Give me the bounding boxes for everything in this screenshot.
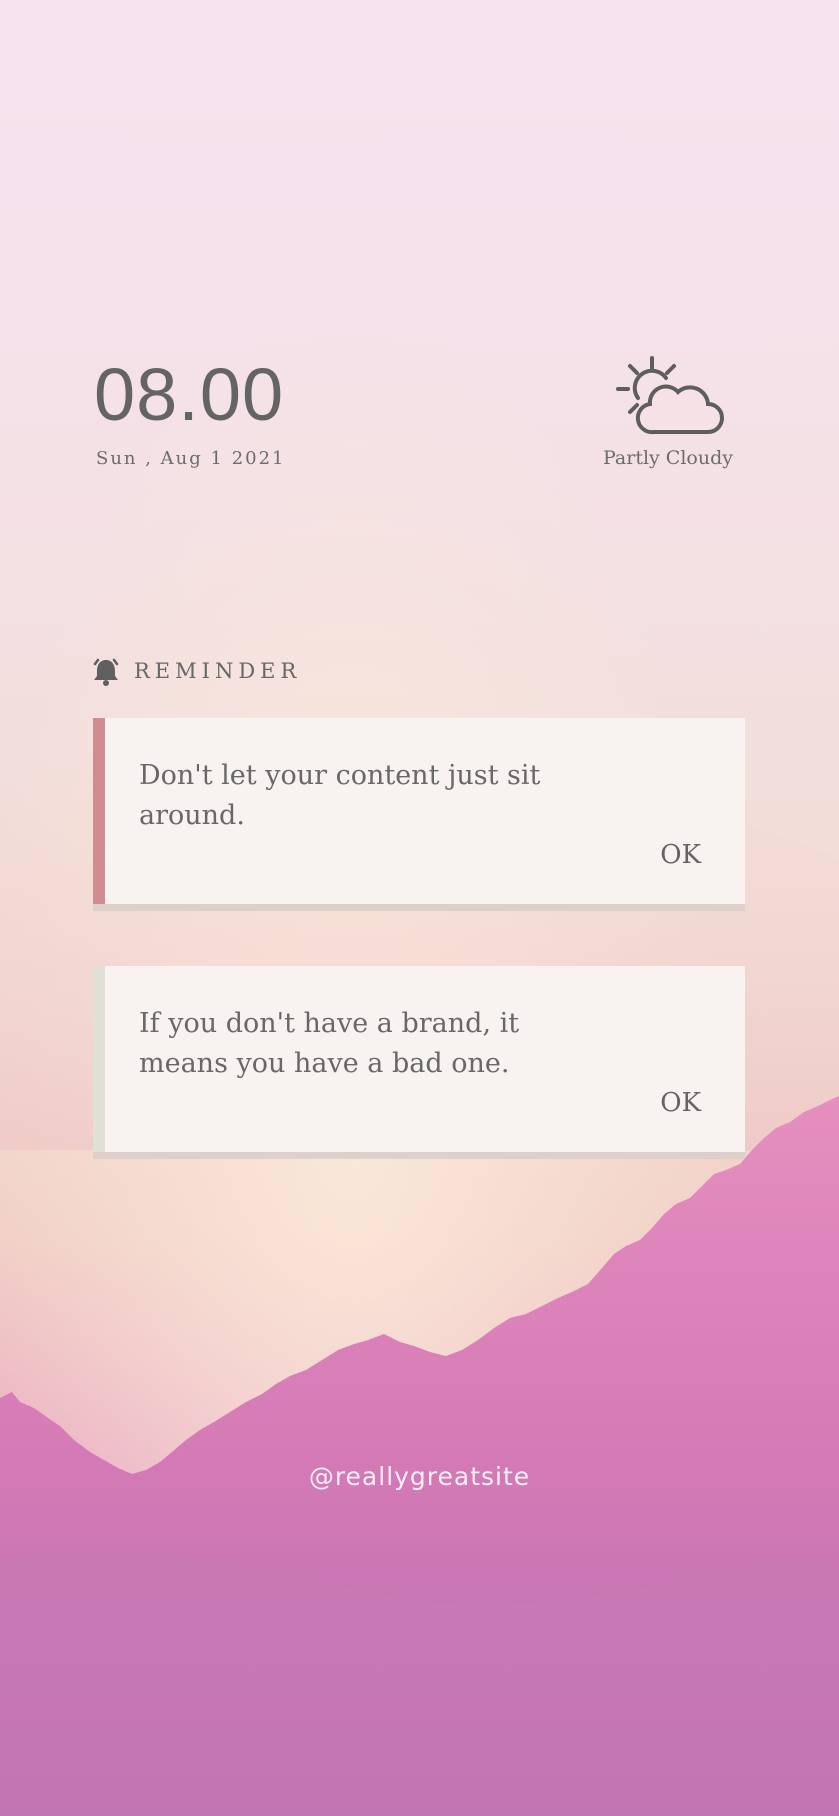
card-accent-bar: [93, 718, 105, 904]
weather-label: Partly Cloudy: [602, 447, 733, 469]
ok-button[interactable]: OK: [660, 1088, 701, 1118]
reminder-card: Don't let your content just sit around. …: [93, 718, 745, 904]
footer-handle: @reallygreatsite: [308, 1462, 531, 1491]
reminder-title: REMINDER: [134, 659, 302, 683]
bell-icon: [93, 658, 119, 686]
reminder-message: Don't let your content just sit around.: [139, 760, 541, 831]
clock-date: Sun , Aug 1 2021: [96, 448, 286, 469]
clock-time: 08.00: [94, 353, 285, 436]
reminder-message: If you don't have a brand, it means you …: [139, 1008, 520, 1079]
ok-button[interactable]: OK: [660, 840, 701, 870]
reminder-header: REMINDER: [92, 656, 301, 686]
reminder-card: If you don't have a brand, it means you …: [93, 966, 745, 1152]
background-landscape: [0, 0, 839, 1816]
partly-cloudy-icon: [616, 356, 724, 435]
card-accent-bar: [93, 966, 105, 1152]
